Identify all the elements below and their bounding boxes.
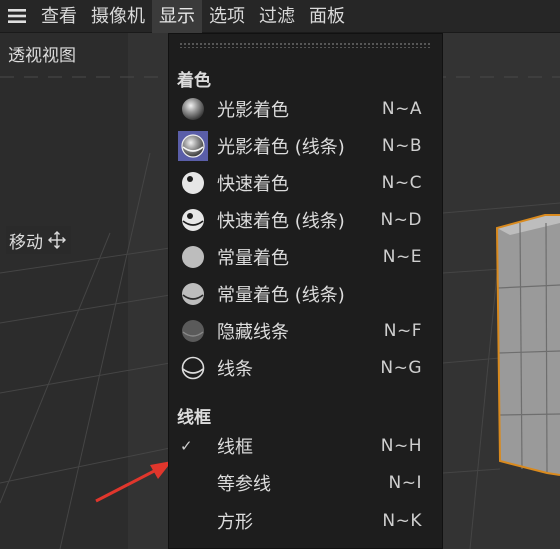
display-dropdown-menu: 着色 光影着色 N~A 光影着色 (线条) N~B 快速着色 N~C 快速着色 … bbox=[168, 33, 443, 549]
move-icon bbox=[48, 231, 66, 249]
cube-object bbox=[495, 214, 560, 476]
quick-lines-icon bbox=[178, 205, 208, 235]
hidden-line-icon bbox=[178, 316, 208, 346]
menu-item-isoparms[interactable]: 等参线 N~I bbox=[169, 464, 442, 501]
menu-item-label: 方形 bbox=[217, 511, 253, 533]
menu-item-shortcut: N~K bbox=[382, 510, 422, 531]
lines-icon bbox=[178, 353, 208, 383]
menu-view[interactable]: 查看 bbox=[34, 0, 84, 33]
menu-item-shortcut: N~E bbox=[382, 246, 422, 267]
constant-lines-icon bbox=[178, 279, 208, 309]
move-label-text: 移动 bbox=[9, 232, 43, 253]
menu-item-box[interactable]: 方形 N~K bbox=[169, 502, 442, 539]
menu-item-quick-shading[interactable]: 快速着色 N~C bbox=[169, 164, 442, 201]
menu-item-gouraud-shading[interactable]: 光影着色 N~A bbox=[169, 90, 442, 127]
gouraud-lines-icon bbox=[178, 131, 208, 161]
menu-item-label: 快速着色 (线条) bbox=[217, 210, 345, 232]
menu-item-shortcut: N~H bbox=[380, 435, 422, 456]
menu-item-shortcut: N~A bbox=[381, 98, 422, 119]
menu-item-shortcut: N~G bbox=[380, 357, 422, 378]
menu-item-hidden-line[interactable]: 隐藏线条 N~F bbox=[169, 312, 442, 349]
menu-item-label: 光影着色 (线条) bbox=[217, 136, 345, 158]
menu-panel[interactable]: 面板 bbox=[302, 0, 352, 33]
move-tool-label[interactable]: 移动 bbox=[6, 226, 71, 254]
menu-item-wireframe[interactable]: ✓ 线框 N~H bbox=[169, 427, 442, 464]
menubar: 查看 摄像机 显示 选项 过滤 面板 bbox=[0, 0, 560, 33]
menu-camera[interactable]: 摄像机 bbox=[84, 0, 152, 33]
menu-item-label: 常量着色 (线条) bbox=[217, 284, 345, 306]
menu-item-shortcut: N~I bbox=[388, 472, 422, 493]
menu-item-shortcut: N~D bbox=[380, 209, 422, 230]
menu-item-label: 线条 bbox=[217, 358, 253, 380]
menu-grip-handle[interactable] bbox=[179, 42, 432, 48]
quick-shading-icon bbox=[178, 168, 208, 198]
constant-shading-icon bbox=[178, 242, 208, 272]
menu-item-label: 常量着色 bbox=[217, 247, 289, 269]
menu-item-label: 快速着色 bbox=[217, 173, 289, 195]
menu-item-lines[interactable]: 线条 N~G bbox=[169, 349, 442, 386]
menu-item-constant-lines[interactable]: 常量着色 (线条) bbox=[169, 275, 442, 312]
view-label: 透视视图 bbox=[8, 46, 76, 66]
menu-item-label: 线框 bbox=[217, 436, 253, 458]
gouraud-shading-icon bbox=[178, 94, 208, 124]
menu-item-shortcut: N~C bbox=[381, 172, 422, 193]
checkmark-icon: ✓ bbox=[180, 436, 193, 455]
menu-item-quick-lines[interactable]: 快速着色 (线条) N~D bbox=[169, 201, 442, 238]
shading-section-title: 着色 bbox=[177, 71, 211, 91]
menu-item-label: 光影着色 bbox=[217, 99, 289, 121]
wireframe-section-title: 线框 bbox=[177, 408, 211, 428]
menu-item-gouraud-lines[interactable]: 光影着色 (线条) N~B bbox=[169, 127, 442, 164]
menu-item-constant-shading[interactable]: 常量着色 N~E bbox=[169, 238, 442, 275]
menu-filter[interactable]: 过滤 bbox=[252, 0, 302, 33]
menu-item-shortcut: N~F bbox=[383, 320, 422, 341]
menu-item-shortcut: N~B bbox=[381, 135, 422, 156]
menu-item-label: 等参线 bbox=[217, 473, 271, 495]
hamburger-menu-icon[interactable] bbox=[0, 0, 34, 33]
menu-item-label: 隐藏线条 bbox=[217, 321, 289, 343]
menu-options[interactable]: 选项 bbox=[202, 0, 252, 33]
menu-display[interactable]: 显示 bbox=[152, 0, 202, 33]
